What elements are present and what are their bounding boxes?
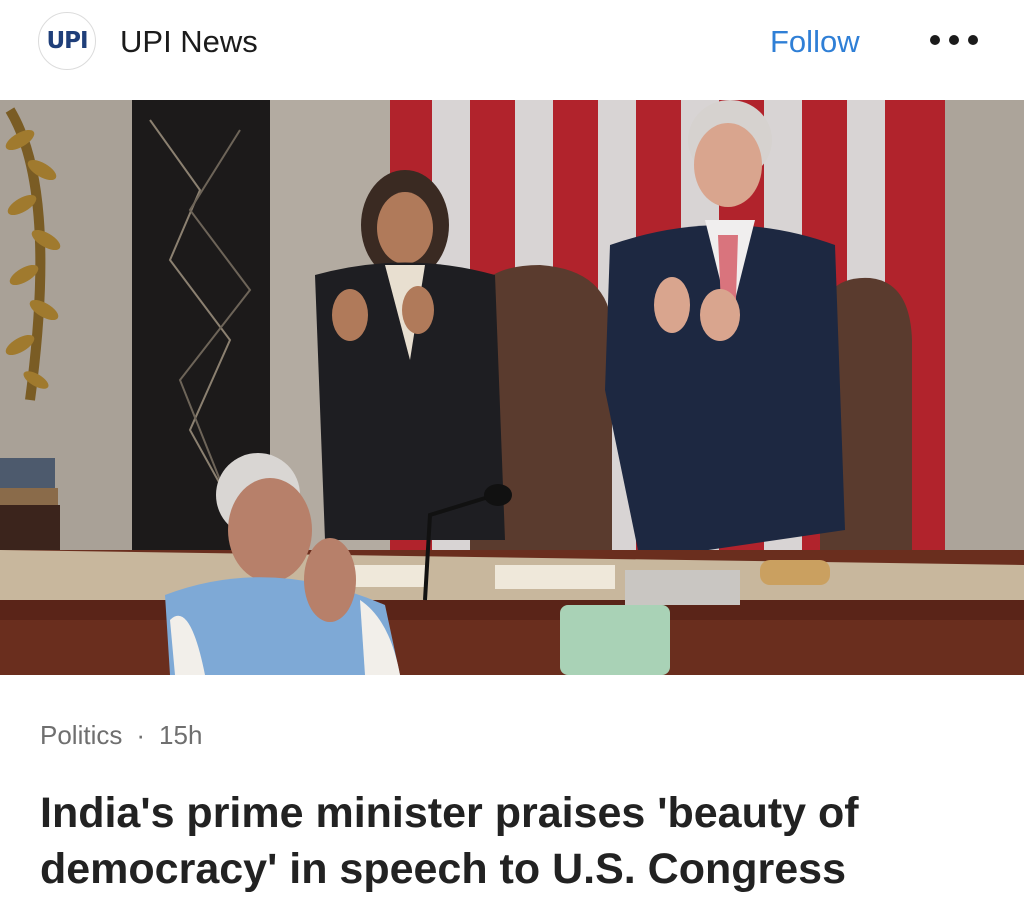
- more-options-icon[interactable]: [930, 33, 978, 47]
- publisher-logo[interactable]: UPI: [38, 12, 96, 70]
- article-header: UPI UPI News Follow: [0, 0, 1024, 100]
- publisher-logo-text: UPI: [46, 28, 88, 54]
- follow-button[interactable]: Follow: [770, 24, 860, 60]
- publisher-name[interactable]: UPI News: [120, 24, 258, 60]
- meta-separator: ·: [136, 720, 146, 750]
- article-meta: Politics · 15h: [40, 720, 202, 751]
- category-label[interactable]: Politics: [40, 720, 122, 750]
- timestamp: 15h: [159, 720, 203, 750]
- article-headline[interactable]: India's prime minister praises 'beauty o…: [40, 785, 1000, 897]
- article-hero-image[interactable]: [0, 100, 1024, 675]
